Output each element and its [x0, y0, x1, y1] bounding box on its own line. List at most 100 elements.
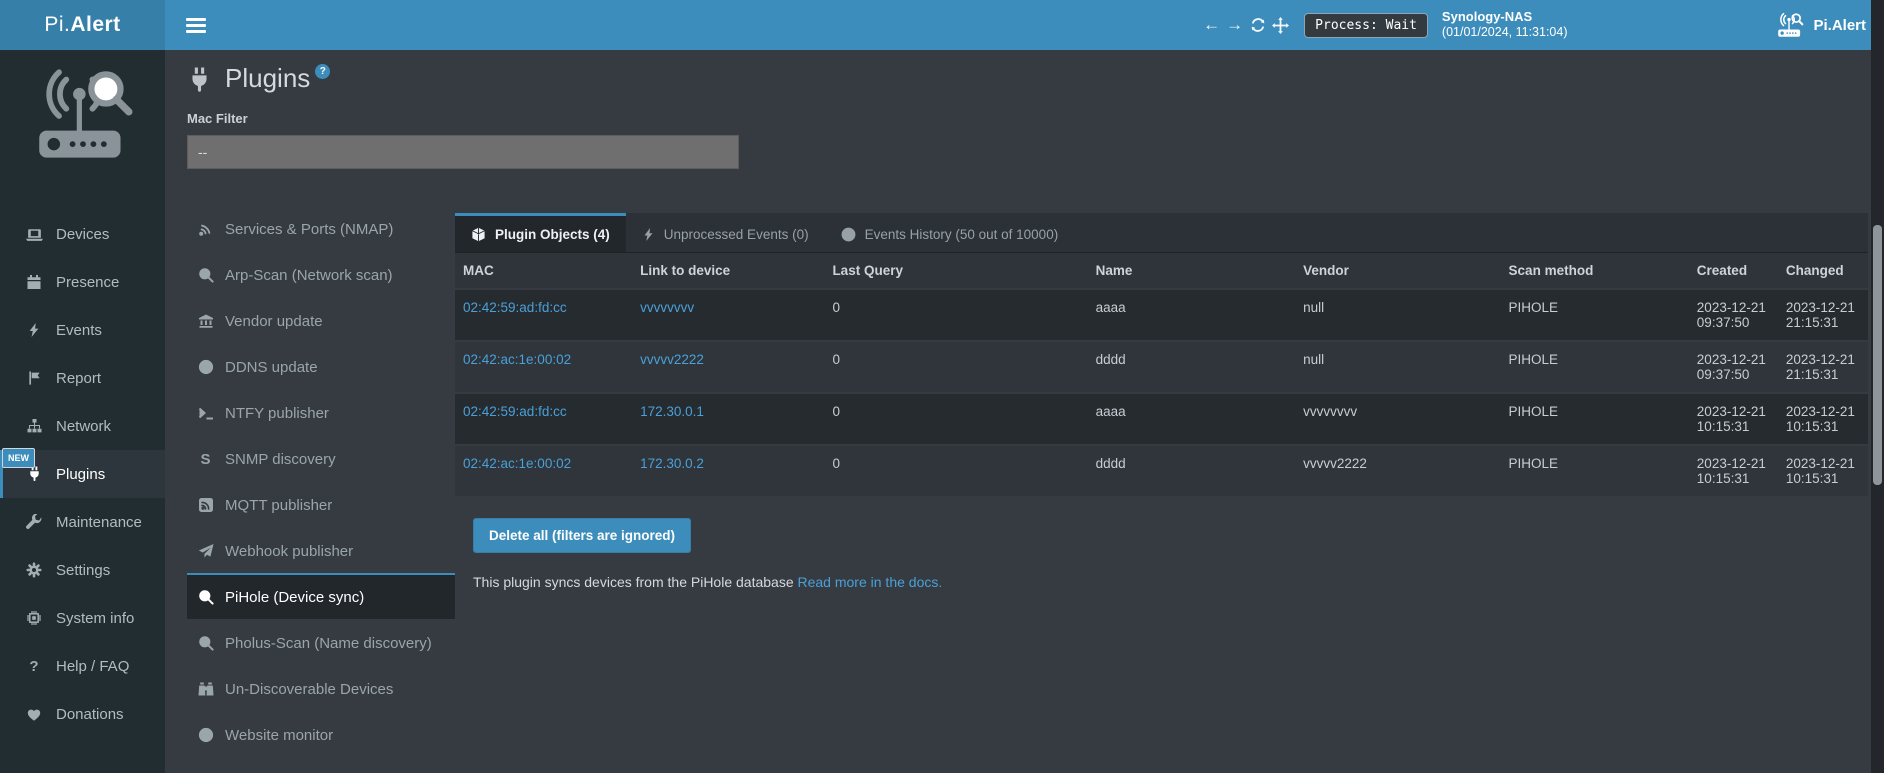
- sidebar-item-label: Plugins: [56, 466, 105, 483]
- plugin-nav-item-snmp-discovery[interactable]: S SNMP discovery: [187, 435, 455, 481]
- cell-last-query: 0: [824, 341, 1087, 393]
- cell-scan-method: PIHOLE: [1501, 393, 1689, 445]
- cell-link-to-device: vvvvv2222: [632, 341, 824, 393]
- nav-forward-icon[interactable]: →: [1223, 10, 1246, 40]
- plugin-nav-item-ntfy-publisher[interactable]: NTFY publisher: [187, 389, 455, 435]
- page-header: Plugins ?: [165, 50, 1884, 98]
- cell-created: 2023-12-21 09:37:50: [1689, 289, 1778, 341]
- mac-link[interactable]: 02:42:59:ad:fd:cc: [463, 300, 567, 315]
- host-info: Synology-NAS (01/01/2024, 11:31:04): [1442, 9, 1568, 41]
- search-icon: [196, 635, 215, 651]
- sidebar-item-presence[interactable]: Presence: [0, 258, 165, 306]
- sidebar-menu: Devices Presence Events Report Network P…: [0, 210, 165, 738]
- plugin-nav-label: PiHole (Device sync): [225, 589, 364, 606]
- plugin-panel: Plugin Objects (4) Unprocessed Events (0…: [455, 213, 1868, 590]
- chip-icon: [25, 610, 43, 626]
- plugin-nav-item-vendor-update[interactable]: Vendor update: [187, 297, 455, 343]
- calendar-icon: [25, 274, 43, 290]
- plugin-nav-item-webhook-publisher[interactable]: Webhook publisher: [187, 527, 455, 573]
- rss-icon: [196, 497, 215, 513]
- heart-icon: [25, 707, 43, 722]
- plugin-nav-item-pihole-device-sync[interactable]: PiHole (Device sync): [187, 573, 455, 619]
- cell-mac: 02:42:ac:1e:00:02: [455, 341, 632, 393]
- tab-label: Events History (50 out of 10000): [865, 227, 1059, 242]
- plugin-nav-label: NTFY publisher: [225, 405, 329, 422]
- cell-changed: 2023-12-21 10:15:31: [1778, 393, 1868, 445]
- plugin-nav-item-website-monitor[interactable]: Website monitor: [187, 711, 455, 757]
- sidebar-item-settings[interactable]: Settings: [0, 546, 165, 594]
- tab-bar: Plugin Objects (4) Unprocessed Events (0…: [455, 213, 1868, 253]
- bank-icon: [196, 313, 215, 329]
- cell-scan-method: PIHOLE: [1501, 341, 1689, 393]
- app-logo[interactable]: Pi.Alert: [0, 0, 165, 50]
- move-icon[interactable]: [1269, 10, 1292, 40]
- column-header-changed: Changed: [1778, 253, 1868, 289]
- refresh-icon[interactable]: [1246, 10, 1269, 40]
- signal-icon: [196, 221, 215, 237]
- plugins-layout: Services & Ports (NMAP) Arp-Scan (Networ…: [187, 197, 1868, 757]
- sidebar-item-devices[interactable]: Devices: [0, 210, 165, 258]
- bolt-icon: [642, 227, 655, 242]
- cell-created: 2023-12-21 10:15:31: [1689, 393, 1778, 445]
- mac-link[interactable]: 02:42:ac:1e:00:02: [463, 352, 571, 367]
- sidebar-item-report[interactable]: Report: [0, 354, 165, 402]
- tab-label: Plugin Objects (4): [495, 227, 610, 242]
- delete-all-button[interactable]: Delete all (filters are ignored): [473, 518, 691, 553]
- plug-icon: [187, 67, 212, 98]
- mac-filter-input[interactable]: [187, 135, 739, 169]
- plugin-nav-item-services-ports[interactable]: Services & Ports (NMAP): [187, 205, 455, 251]
- tab-plugin-objects[interactable]: Plugin Objects (4): [455, 213, 626, 252]
- cell-mac: 02:42:59:ad:fd:cc: [455, 289, 632, 341]
- sidebar-item-label: Maintenance: [56, 514, 142, 531]
- plugin-nav-label: Services & Ports (NMAP): [225, 221, 393, 238]
- scrollbar-thumb[interactable]: [1873, 225, 1882, 485]
- tab-unprocessed-events[interactable]: Unprocessed Events (0): [626, 213, 825, 252]
- plugin-nav-item-undiscoverable-devices[interactable]: Un-Discoverable Devices: [187, 665, 455, 711]
- search-icon: [196, 267, 215, 283]
- laptop-icon: [25, 226, 43, 243]
- brand-prefix: Pi.: [44, 13, 70, 37]
- plugin-objects-table: MAC Link to device Last Query Name Vendo…: [455, 253, 1868, 496]
- plugin-nav-label: Un-Discoverable Devices: [225, 681, 393, 698]
- navbar-controls: ← → Process: Wait Synology-NAS (01/01/20…: [1200, 9, 1866, 41]
- device-link[interactable]: vvvvv2222: [640, 352, 704, 367]
- device-link[interactable]: 172.30.0.2: [640, 456, 704, 471]
- cell-mac: 02:42:ac:1e:00:02: [455, 445, 632, 496]
- sidebar-item-events[interactable]: Events: [0, 306, 165, 354]
- cell-mac: 02:42:59:ad:fd:cc: [455, 393, 632, 445]
- sidebar-item-maintenance[interactable]: Maintenance: [0, 498, 165, 546]
- sidebar-item-label: Devices: [56, 226, 109, 243]
- mac-filter-label: Mac Filter: [187, 111, 1884, 126]
- docs-link[interactable]: Read more in the docs.: [798, 574, 943, 590]
- help-badge[interactable]: ?: [315, 64, 330, 79]
- plugin-nav-item-arp-scan[interactable]: Arp-Scan (Network scan): [187, 251, 455, 297]
- plugin-nav-item-mqtt-publisher[interactable]: MQTT publisher: [187, 481, 455, 527]
- question-icon: ?: [25, 659, 43, 674]
- plugin-nav-item-ddns-update[interactable]: DDNS update: [187, 343, 455, 389]
- sidebar-item-label: System info: [56, 610, 134, 627]
- device-link[interactable]: 172.30.0.1: [640, 404, 704, 419]
- mac-link[interactable]: 02:42:ac:1e:00:02: [463, 456, 571, 471]
- cell-link-to-device: 172.30.0.1: [632, 393, 824, 445]
- column-header-created: Created: [1689, 253, 1778, 289]
- table-row: 02:42:ac:1e:00:02 172.30.0.2 0 dddd vvvv…: [455, 445, 1868, 496]
- mac-link[interactable]: 02:42:59:ad:fd:cc: [463, 404, 567, 419]
- sidebar-item-network[interactable]: Network: [0, 402, 165, 450]
- plugin-nav-item-pholus-scan[interactable]: Pholus-Scan (Name discovery): [187, 619, 455, 665]
- s-icon: S: [196, 452, 215, 467]
- cell-last-query: 0: [824, 445, 1087, 496]
- binoculars-icon: [196, 681, 215, 697]
- sidebar-toggle-button[interactable]: [186, 18, 206, 33]
- app-name: Pi.Alert: [1813, 17, 1866, 34]
- sidebar-item-system-info[interactable]: System info: [0, 594, 165, 642]
- process-status-badge: Process: Wait: [1304, 13, 1428, 38]
- column-header-link-to-device: Link to device: [632, 253, 824, 289]
- router-scan-logo: [28, 66, 138, 166]
- cell-created: 2023-12-21 09:37:50: [1689, 341, 1778, 393]
- plugin-description: This plugin syncs devices from the PiHol…: [473, 574, 1868, 590]
- nav-back-icon[interactable]: ←: [1200, 10, 1223, 40]
- device-link[interactable]: vvvvvvvv: [640, 300, 694, 315]
- tab-events-history[interactable]: Events History (50 out of 10000): [825, 213, 1075, 252]
- sidebar-item-help-faq[interactable]: ? Help / FAQ: [0, 642, 165, 690]
- sidebar-item-donations[interactable]: Donations: [0, 690, 165, 738]
